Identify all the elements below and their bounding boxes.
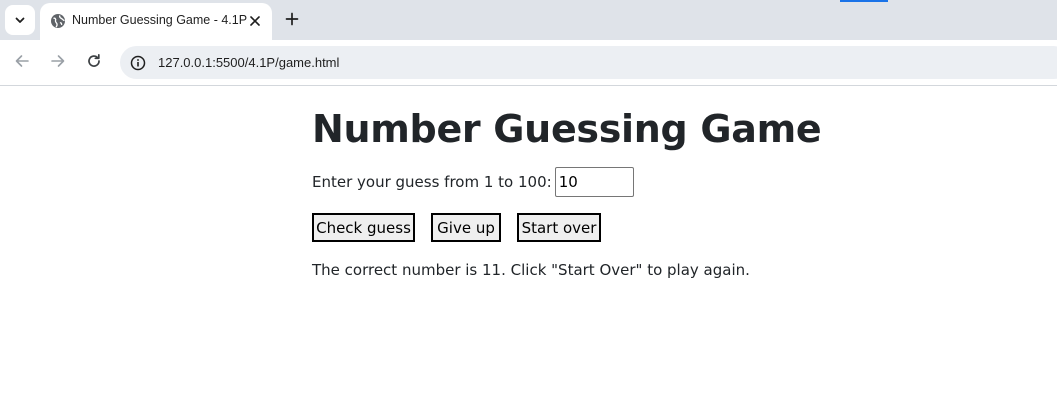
browser-toolbar: 127.0.0.1:5500/4.1P/game.html — [0, 40, 1057, 86]
tabstrip-accent-bar — [840, 0, 888, 2]
reload-button[interactable] — [80, 49, 108, 77]
reload-icon — [86, 53, 102, 73]
tab-search-button[interactable] — [5, 5, 35, 35]
give-up-button[interactable]: Give up — [431, 213, 501, 242]
close-tab-icon[interactable] — [247, 13, 263, 29]
guess-label: Enter your guess from 1 to 100: — [312, 173, 552, 191]
browser-tab-active[interactable]: Number Guessing Game - 4.1P — [40, 3, 272, 40]
tab-strip: Number Guessing Game - 4.1P — [0, 0, 1057, 40]
address-bar[interactable]: 127.0.0.1:5500/4.1P/game.html — [120, 46, 1057, 79]
guess-input[interactable] — [554, 167, 634, 197]
page-title: Number Guessing Game — [312, 107, 822, 151]
forward-button[interactable] — [44, 49, 72, 77]
check-guess-button[interactable]: Check guess — [312, 213, 415, 242]
plus-icon — [285, 11, 299, 30]
page-content: Number Guessing Game Enter your guess fr… — [0, 87, 1057, 415]
arrow-left-icon — [14, 53, 30, 73]
chevron-down-icon — [14, 11, 26, 30]
start-over-button[interactable]: Start over — [517, 213, 601, 242]
url-text[interactable]: 127.0.0.1:5500/4.1P/game.html — [158, 55, 339, 70]
arrow-right-icon — [50, 53, 66, 73]
result-message: The correct number is 11. Click "Start O… — [312, 261, 750, 279]
guess-row: Enter your guess from 1 to 100: — [312, 167, 634, 197]
back-button[interactable] — [8, 49, 36, 77]
globe-icon — [50, 13, 66, 29]
info-icon[interactable] — [128, 53, 148, 73]
tab-title: Number Guessing Game - 4.1P — [72, 13, 248, 27]
new-tab-button[interactable] — [280, 8, 304, 32]
